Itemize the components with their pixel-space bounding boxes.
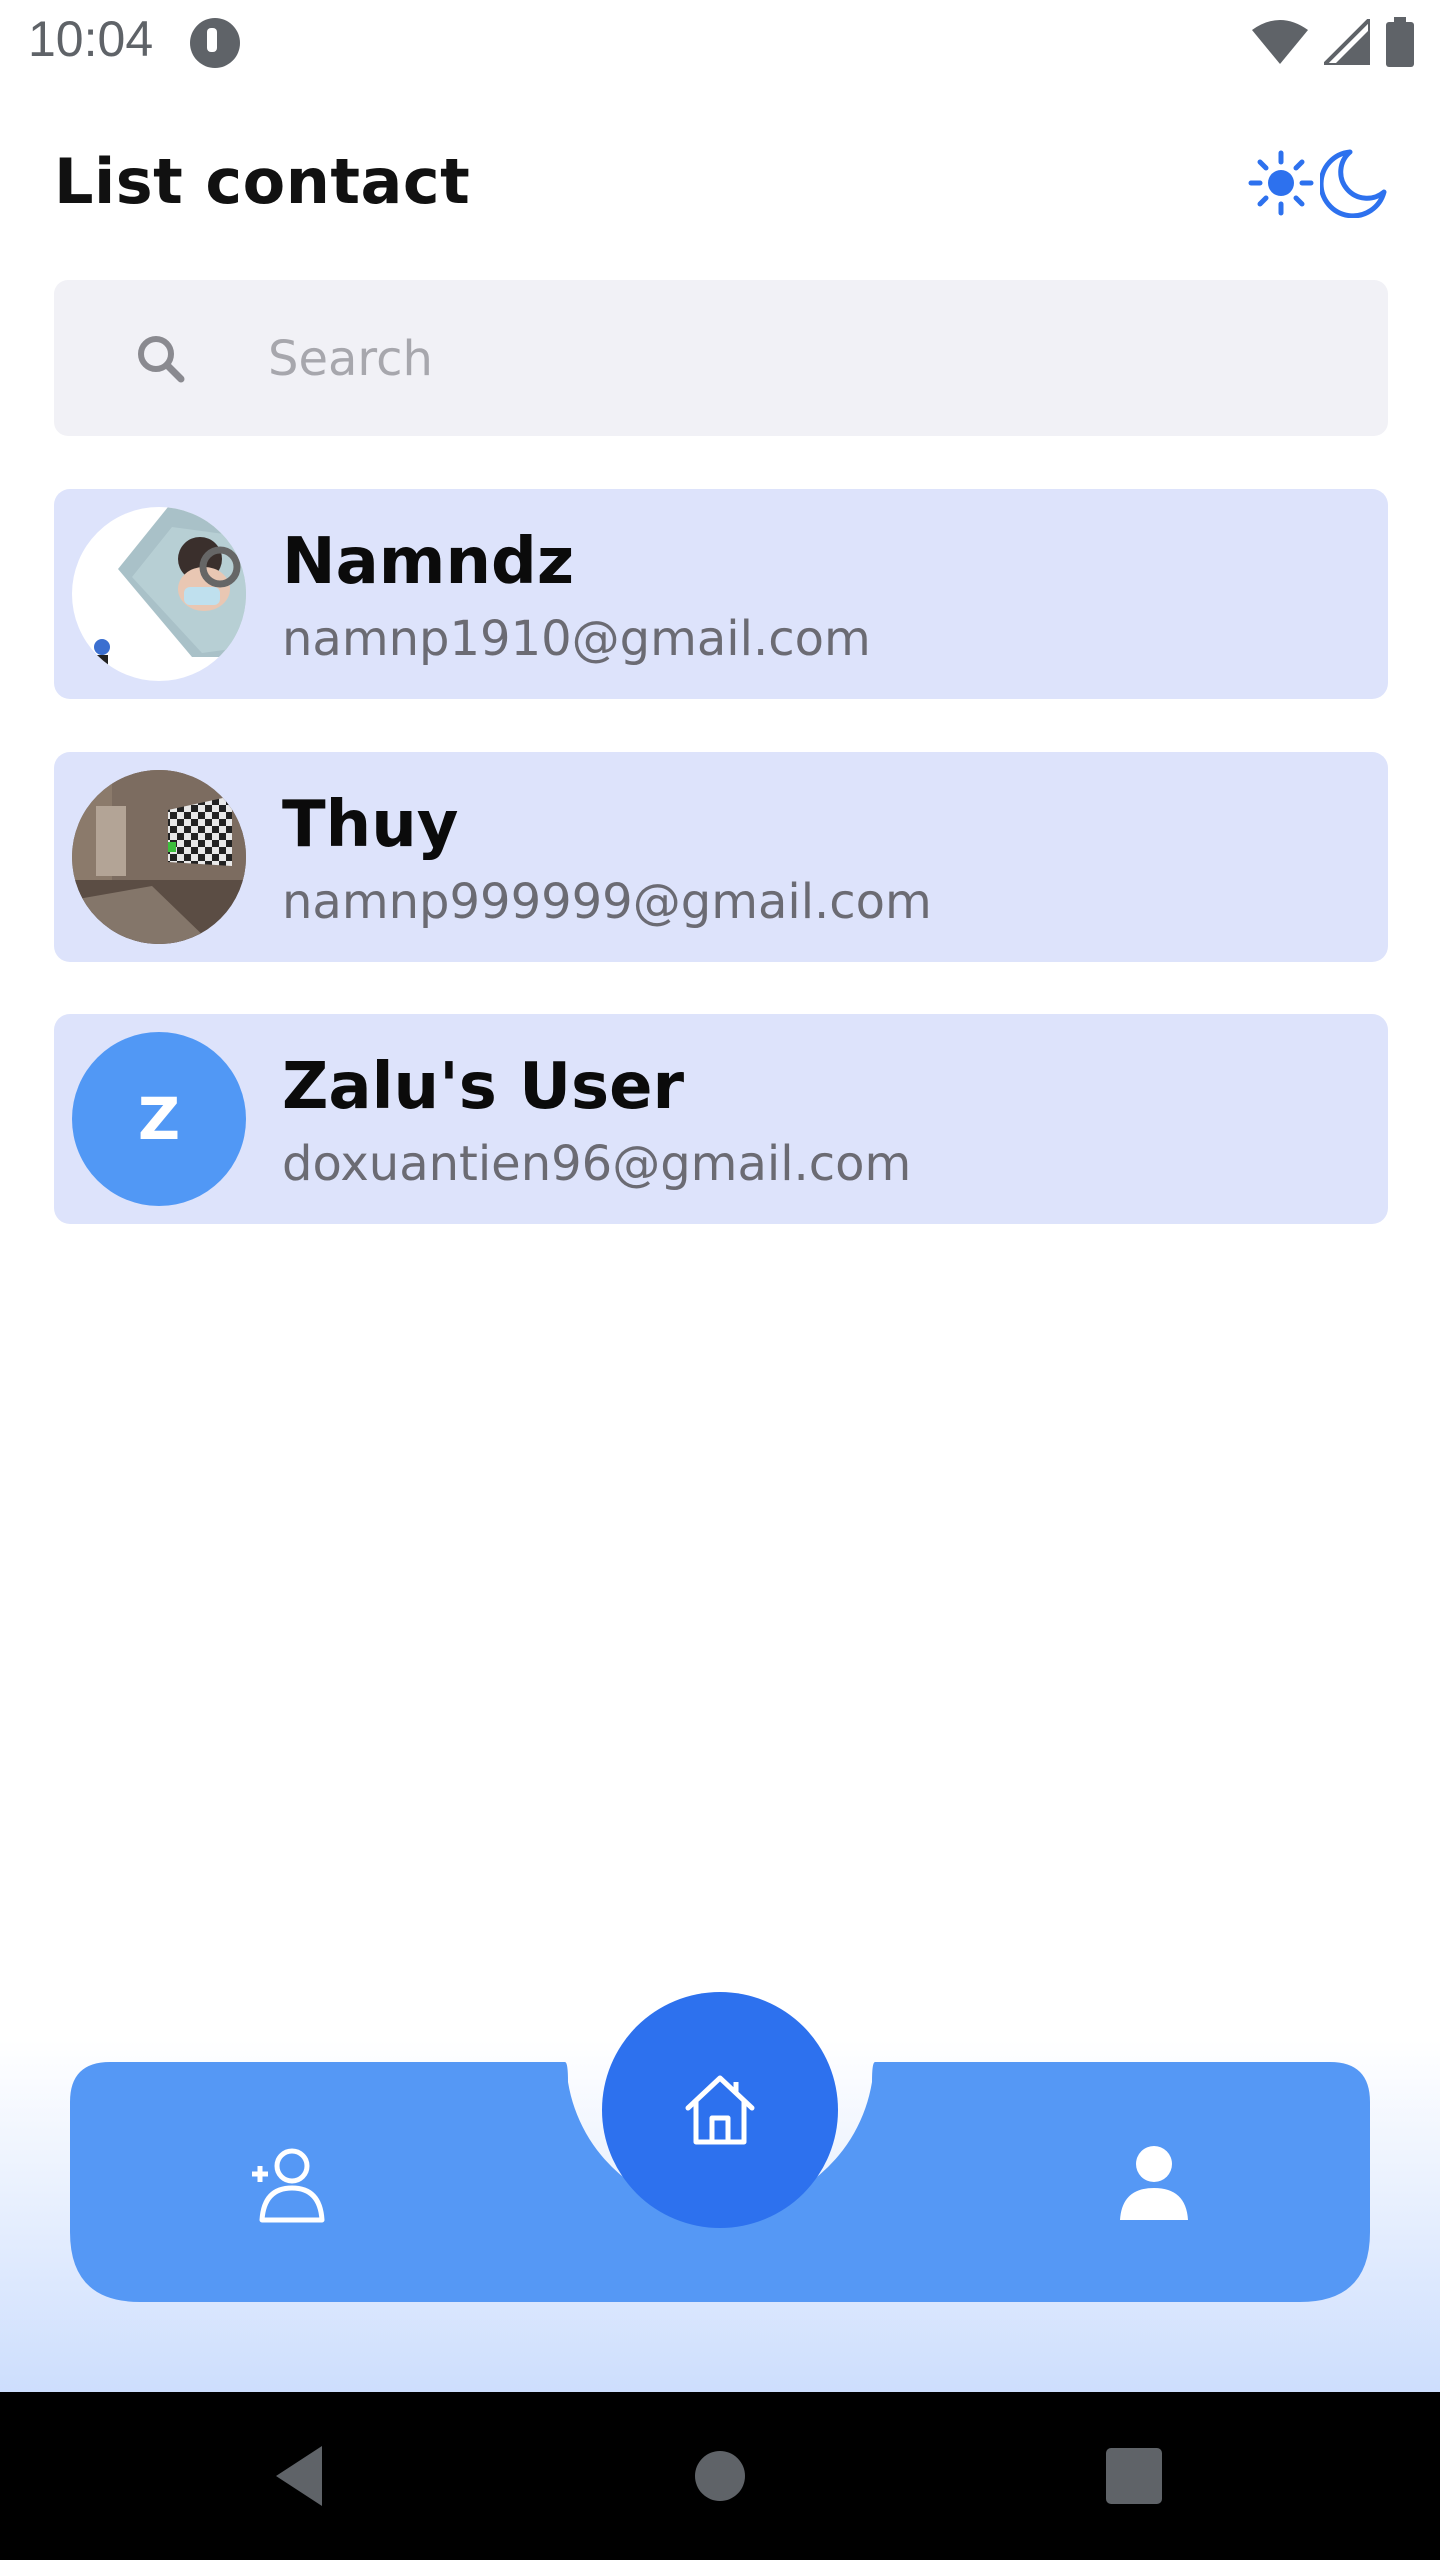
search-input[interactable] — [266, 310, 1350, 408]
contact-name: Zalu's User — [282, 1050, 685, 1124]
contact-item-thuy[interactable]: Thuy namnp999999@gmail.com — [54, 752, 1388, 962]
home-circle-icon[interactable] — [684, 2440, 756, 2512]
avatar — [72, 507, 246, 681]
moon-icon[interactable] — [1320, 148, 1388, 218]
profile-icon[interactable] — [1114, 2142, 1194, 2222]
contact-name: Thuy — [282, 788, 459, 862]
contact-item-namndz[interactable]: Namndz namnp1910@gmail.com — [54, 489, 1388, 699]
home-button[interactable] — [602, 1992, 838, 2228]
app-notification-icon — [190, 18, 240, 68]
back-icon[interactable] — [266, 2440, 338, 2512]
sun-icon[interactable] — [1248, 150, 1314, 216]
search-icon — [138, 336, 185, 383]
contact-item-zalus-user[interactable]: Z Zalu's User doxuantien96@gmail.com — [54, 1014, 1388, 1224]
avatar — [72, 770, 246, 944]
signal-icon — [1324, 19, 1370, 65]
theme-toggle[interactable] — [1248, 146, 1390, 220]
wifi-icon — [1252, 20, 1308, 64]
add-user-icon[interactable] — [248, 2144, 328, 2224]
status-time: 10:04 — [28, 11, 154, 67]
status-bar: 10:04 — [0, 0, 1440, 84]
home-icon — [685, 2075, 755, 2145]
system-navigation-bar — [0, 2392, 1440, 2560]
search-bar[interactable] — [54, 280, 1388, 436]
contact-name: Namndz — [282, 525, 575, 599]
contact-email: doxuantien96@gmail.com — [282, 1136, 912, 1192]
page-title: List contact — [54, 145, 471, 218]
battery-icon — [1386, 17, 1414, 67]
recents-icon[interactable] — [1098, 2440, 1170, 2512]
contact-email: namnp1910@gmail.com — [282, 611, 871, 667]
status-icons — [1252, 16, 1414, 68]
avatar: Z — [72, 1032, 246, 1206]
contact-email: namnp999999@gmail.com — [282, 874, 932, 930]
